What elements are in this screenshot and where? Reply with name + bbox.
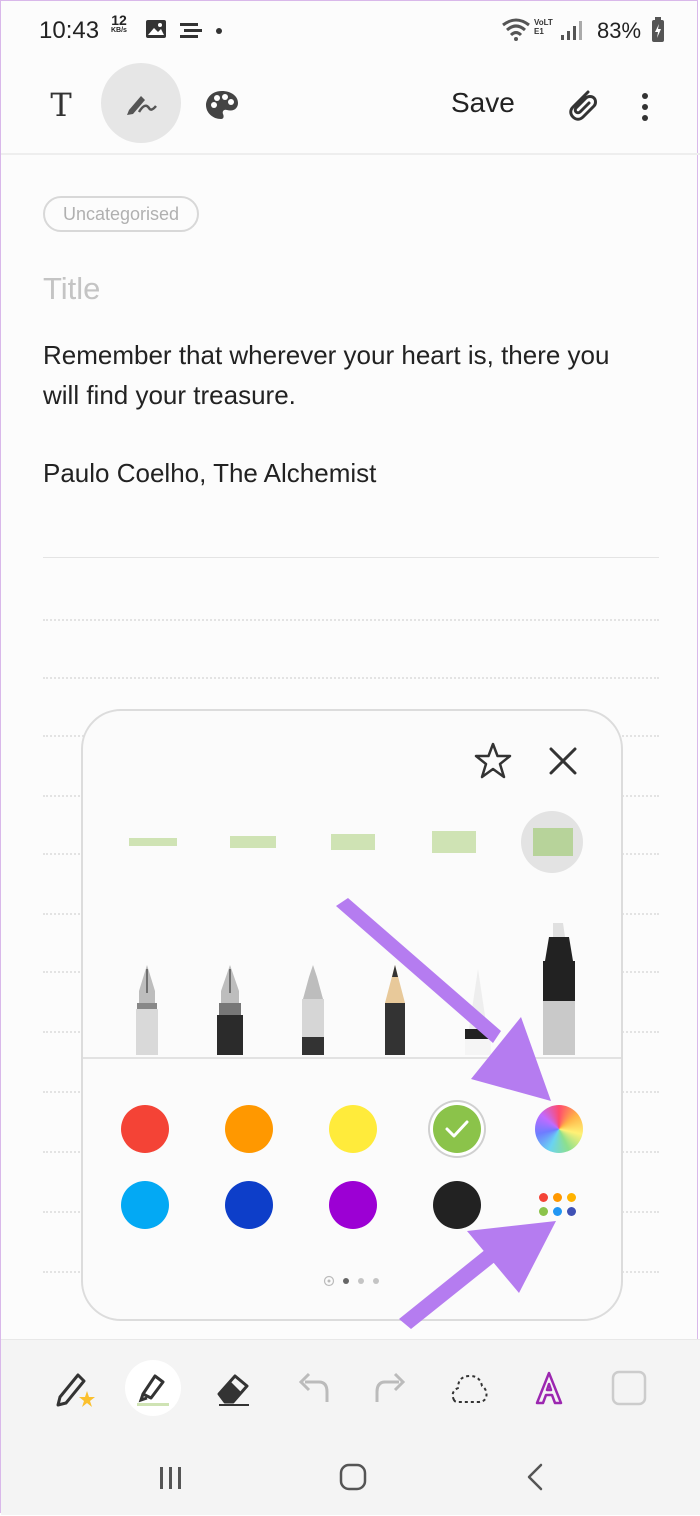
favorite-pen-button[interactable] [47,1360,103,1416]
drawing-toolbar [1,1339,700,1438]
favorite-pen-icon [56,1373,95,1407]
recents-icon [160,1467,181,1489]
color-spectrum[interactable] [535,1105,583,1153]
marker-icon[interactable] [539,921,579,1055]
color-blue[interactable] [225,1181,273,1229]
text-style-icon [535,1371,563,1405]
handwriting-icon [127,96,157,115]
undo-button[interactable] [285,1360,341,1416]
eraser-icon [217,1374,249,1406]
pen-icon[interactable] [299,963,327,1055]
text-style-button[interactable] [521,1360,577,1416]
palette-dot [539,1207,548,1216]
title-input[interactable]: Title [43,271,100,307]
pen-settings-popup [81,709,623,1321]
color-red[interactable] [121,1105,169,1153]
page-indicator [323,1275,379,1287]
content-divider [43,557,659,558]
redo-button[interactable] [363,1360,419,1416]
redo-icon [375,1372,406,1402]
palette-dot [553,1207,562,1216]
more-colors-button[interactable] [537,1191,579,1221]
highlighter-tool-button[interactable] [125,1360,181,1416]
wifi-icon [502,18,530,41]
pencil-icon[interactable] [381,963,409,1055]
lasso-icon [451,1374,488,1403]
eraser-button[interactable] [205,1360,261,1416]
size-option[interactable] [129,838,177,846]
checkmark-icon [445,1120,469,1138]
home-button[interactable] [331,1455,375,1499]
close-icon[interactable] [543,741,583,781]
color-yellow[interactable] [329,1105,377,1153]
data-speed-value: 12 [111,12,127,28]
cast-icon [180,23,202,38]
status-time: 10:43 [39,17,100,44]
more-vertical-icon [642,93,648,121]
data-speed-unit: KB/s [111,27,127,34]
palette-dot [553,1193,562,1202]
battery-icon [652,17,664,42]
fountain-pen-icon[interactable] [133,963,161,1055]
shape-button[interactable] [601,1360,657,1416]
palette-icon [206,91,238,119]
app-frame: 10:43 12 KB/s VoLTE1 83% T Save Uncatego… [0,0,700,1515]
top-toolbar: T Save [1,61,700,155]
ruled-line [43,677,659,679]
text-mode-button[interactable]: T [39,83,83,127]
more-options-button[interactable] [631,87,659,127]
home-icon [339,1463,367,1491]
status-bar: 10:43 12 KB/s VoLTE1 83% [1,1,700,61]
size-option[interactable] [432,831,476,853]
network-label: VoLTE1 [534,18,553,36]
highlighter-icon[interactable] [463,963,493,1055]
undo-icon [298,1372,329,1402]
popup-separator [83,1057,621,1059]
palette-dot [539,1193,548,1202]
lasso-button[interactable] [441,1360,497,1416]
back-icon [527,1463,543,1491]
signal-icon [561,21,582,40]
palette-dot [567,1193,576,1202]
dot-icon [216,28,222,34]
color-purple[interactable] [329,1181,377,1229]
size-option[interactable] [230,836,276,848]
shape-icon [611,1370,647,1406]
note-body-author: Paulo Coelho, The Alchemist [43,458,377,488]
recents-button[interactable] [149,1455,193,1499]
size-option-selected[interactable] [533,828,573,856]
save-button[interactable]: Save [451,87,515,119]
size-option[interactable] [331,834,375,850]
text-mode-icon: T [50,86,72,124]
battery-percent: 83% [597,18,642,43]
note-body[interactable]: Remember that wherever your heart is, th… [43,335,643,493]
gallery-icon [146,20,166,38]
color-orange[interactable] [225,1105,273,1153]
color-black[interactable] [433,1181,481,1229]
ruled-line [43,619,659,621]
color-sky-blue[interactable] [121,1181,169,1229]
color-green-selected[interactable] [433,1105,481,1153]
highlighter-icon [137,1374,169,1406]
star-icon[interactable] [473,741,513,781]
note-body-quote: Remember that wherever your heart is, th… [43,340,610,410]
palette-button[interactable] [199,83,245,127]
calligraphy-pen-icon[interactable] [215,963,245,1055]
back-button[interactable] [513,1455,557,1499]
paperclip-icon [569,90,597,121]
data-speed: 12 KB/s [111,12,127,36]
navigation-bar [1,1437,700,1515]
category-chip[interactable]: Uncategorised [43,196,200,232]
handwriting-mode-button[interactable] [101,63,181,143]
attach-button[interactable] [561,83,601,127]
palette-dot [567,1207,576,1216]
